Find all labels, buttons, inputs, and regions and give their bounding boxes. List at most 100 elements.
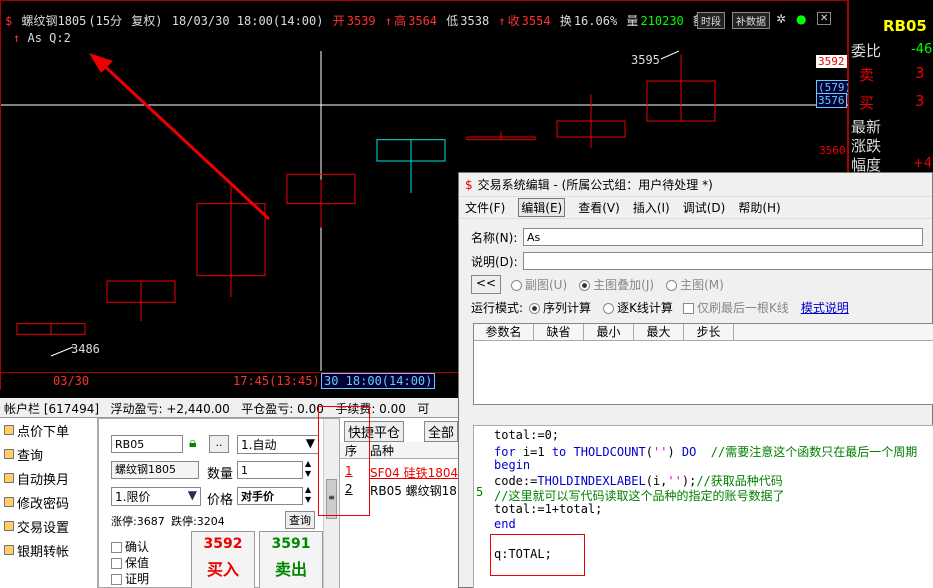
mode-k-label: 逐K线计算 (617, 301, 673, 315)
sell-button[interactable]: 3591 卖出 (259, 531, 323, 588)
sub-chart-radio[interactable]: 副图(U) (511, 276, 567, 293)
roll-icon (4, 473, 14, 483)
code-editor[interactable]: 5 total:=0; for i=1 to THOLDCOUNT('') DO… (473, 425, 933, 588)
dialog-titlebar[interactable]: $ 交易系统编辑 - (所属公式组：用户待处理 *) (459, 173, 932, 197)
param-col-name: 参数名 (474, 324, 534, 340)
menu-help[interactable]: 帮助(H) (738, 199, 780, 216)
range-value: +4 (913, 156, 933, 171)
browse-button[interactable]: .. (209, 435, 229, 453)
bank-icon (4, 545, 14, 555)
param-col-max: 最大 (634, 324, 684, 340)
position-list: 快捷平仓 全部 序 品种 1 SF04 硅铁1804 2 RB05 螺纹钢18 (318, 406, 460, 588)
axis-price-current: 3592 (816, 55, 847, 68)
radio-icon (666, 280, 678, 291)
label-leader-top (660, 50, 680, 60)
all-button[interactable]: 全部 (424, 421, 459, 442)
nav-item-label: 点价下单 (17, 424, 70, 440)
nav-item-trade-settings[interactable]: 交易设置 (0, 514, 97, 538)
nav-item-click-order[interactable]: 点价下单 (0, 418, 97, 442)
green-dot-icon[interactable]: ● (796, 12, 806, 26)
mode-k-radio[interactable]: 逐K线计算 (603, 299, 673, 316)
hedge-checkbox[interactable]: 保值 (111, 554, 149, 571)
param-table[interactable]: 参数名 缺省 最小 最大 步长 (473, 323, 933, 405)
nav-item-auto-roll[interactable]: 自动换月 (0, 466, 97, 490)
only-last-checkbox[interactable]: 仅刷最后一根K线 (682, 299, 789, 316)
limit-up: 涨停:3687 (111, 515, 165, 528)
indicator-text: As Q:2 (27, 31, 71, 45)
menu-insert[interactable]: 插入(I) (633, 199, 670, 216)
nav-item-change-password[interactable]: 修改密码 (0, 490, 97, 514)
close-label: 收 (507, 14, 520, 28)
desc-input[interactable] (523, 252, 933, 270)
formula-editor-dialog: $ 交易系统编辑 - (所属公式组：用户待处理 *) 文件(F) 编辑(E) 查… (458, 172, 933, 588)
price-type-value: 1.限价 (115, 490, 151, 504)
turnover-value: 16.06% (573, 14, 618, 28)
limit-down: 跌停:3204 (171, 515, 225, 528)
sell-label: 卖出 (274, 560, 307, 579)
axis-date: 03/30 (53, 374, 90, 388)
menu-debug[interactable]: 调试(D) (683, 199, 726, 216)
qty-stepper[interactable]: ▲ ▼ (305, 459, 311, 479)
order-name: 螺纹钢1805 (111, 461, 199, 479)
settings-icon[interactable]: ✲ (776, 12, 786, 26)
account-more: 可 (417, 402, 430, 416)
turnover-label: 换 (559, 14, 572, 28)
menu-view[interactable]: 查看(V) (578, 199, 620, 216)
mode-seq-label: 序列计算 (543, 301, 592, 315)
nav-item-bank-transfer[interactable]: 银期转帐 (0, 538, 97, 562)
timeshare-button[interactable]: 时段 (697, 12, 725, 29)
desc-label: 说明(D): (471, 254, 518, 269)
row-name: RB05 螺纹钢18 (370, 484, 457, 498)
up-arrow-icon: ↑ (384, 14, 393, 28)
chart-header: $ 螺纹钢1805 (15分 复权) 18/03/30 18:00(14:00) … (5, 12, 724, 29)
param-col-default: 缺省 (534, 324, 584, 340)
main-chart-radio[interactable]: 主图(M) (666, 276, 724, 293)
price-input[interactable] (237, 487, 303, 505)
open-label: 开 (332, 14, 345, 28)
fill-data-button[interactable]: 补数据 (732, 12, 770, 29)
buy-button[interactable]: 3592 买入 (191, 531, 255, 588)
menu-edit[interactable]: 编辑(E) (518, 198, 566, 217)
float-pnl: 浮动盈亏: +2,440.00 (110, 402, 230, 416)
query-button[interactable]: 查询 (285, 511, 315, 529)
run-mode-label: 运行模式: (471, 301, 524, 315)
wb-label: 委比 (851, 42, 882, 60)
menu-file[interactable]: 文件(F) (465, 199, 505, 216)
nav-item-query[interactable]: 查询 (0, 442, 97, 466)
main-overlay-radio[interactable]: 主图叠加(J) (579, 276, 654, 293)
price-type-select[interactable]: 1.限价 ▼ (111, 487, 201, 506)
chart-type-row: << 副图(U) 主图叠加(J) 主图(M) (471, 275, 724, 294)
qty-input[interactable] (237, 461, 303, 479)
name-input[interactable] (523, 228, 923, 246)
low-value: 3538 (460, 14, 490, 28)
mode-select[interactable]: 1.自动 ▼ (237, 435, 319, 454)
param-col-min: 最小 (584, 324, 634, 340)
sell-value: 3 (915, 64, 925, 82)
gear-icon (4, 521, 14, 531)
high-label: 高 (394, 14, 407, 28)
back-button[interactable]: << (471, 275, 501, 294)
lock-icon[interactable]: 🔒︎ (189, 435, 196, 451)
order-code-input[interactable] (111, 435, 183, 453)
chevron-down-icon: ▼ (305, 436, 315, 450)
nav-item-label: 修改密码 (17, 496, 70, 512)
checkbox-icon (111, 574, 122, 585)
line-number: 5 (476, 485, 484, 499)
mode-seq-radio[interactable]: 序列计算 (529, 299, 591, 316)
chart-adjust: 复权) (131, 14, 163, 28)
account-bar: 帐户栏 [617494] 浮动盈亏: +2,440.00 平仓盈亏: 0.00 … (0, 398, 460, 418)
checkbox-icon (682, 303, 694, 314)
radio-icon (529, 303, 541, 314)
axis-cursor-price: 3576 (816, 93, 847, 108)
dollar-icon: $ (5, 14, 13, 28)
close-icon[interactable]: ✕ (817, 12, 832, 25)
confirm-checkbox[interactable]: 确认 (111, 538, 149, 555)
order-icon (4, 425, 14, 435)
buy-label: 买 (859, 94, 875, 112)
chart-datetime: 18/03/30 18:00(14:00) (171, 14, 324, 28)
up-arrow-icon: ↑ (498, 14, 506, 28)
third-checkbox[interactable]: 证明 (111, 570, 149, 587)
mode-help-link[interactable]: 模式说明 (801, 299, 849, 316)
run-mode-row: 运行模式: 序列计算 逐K线计算 仅刷最后一根K线 模式说明 (471, 299, 849, 316)
price-stepper[interactable]: ▲ ▼ (305, 485, 311, 505)
